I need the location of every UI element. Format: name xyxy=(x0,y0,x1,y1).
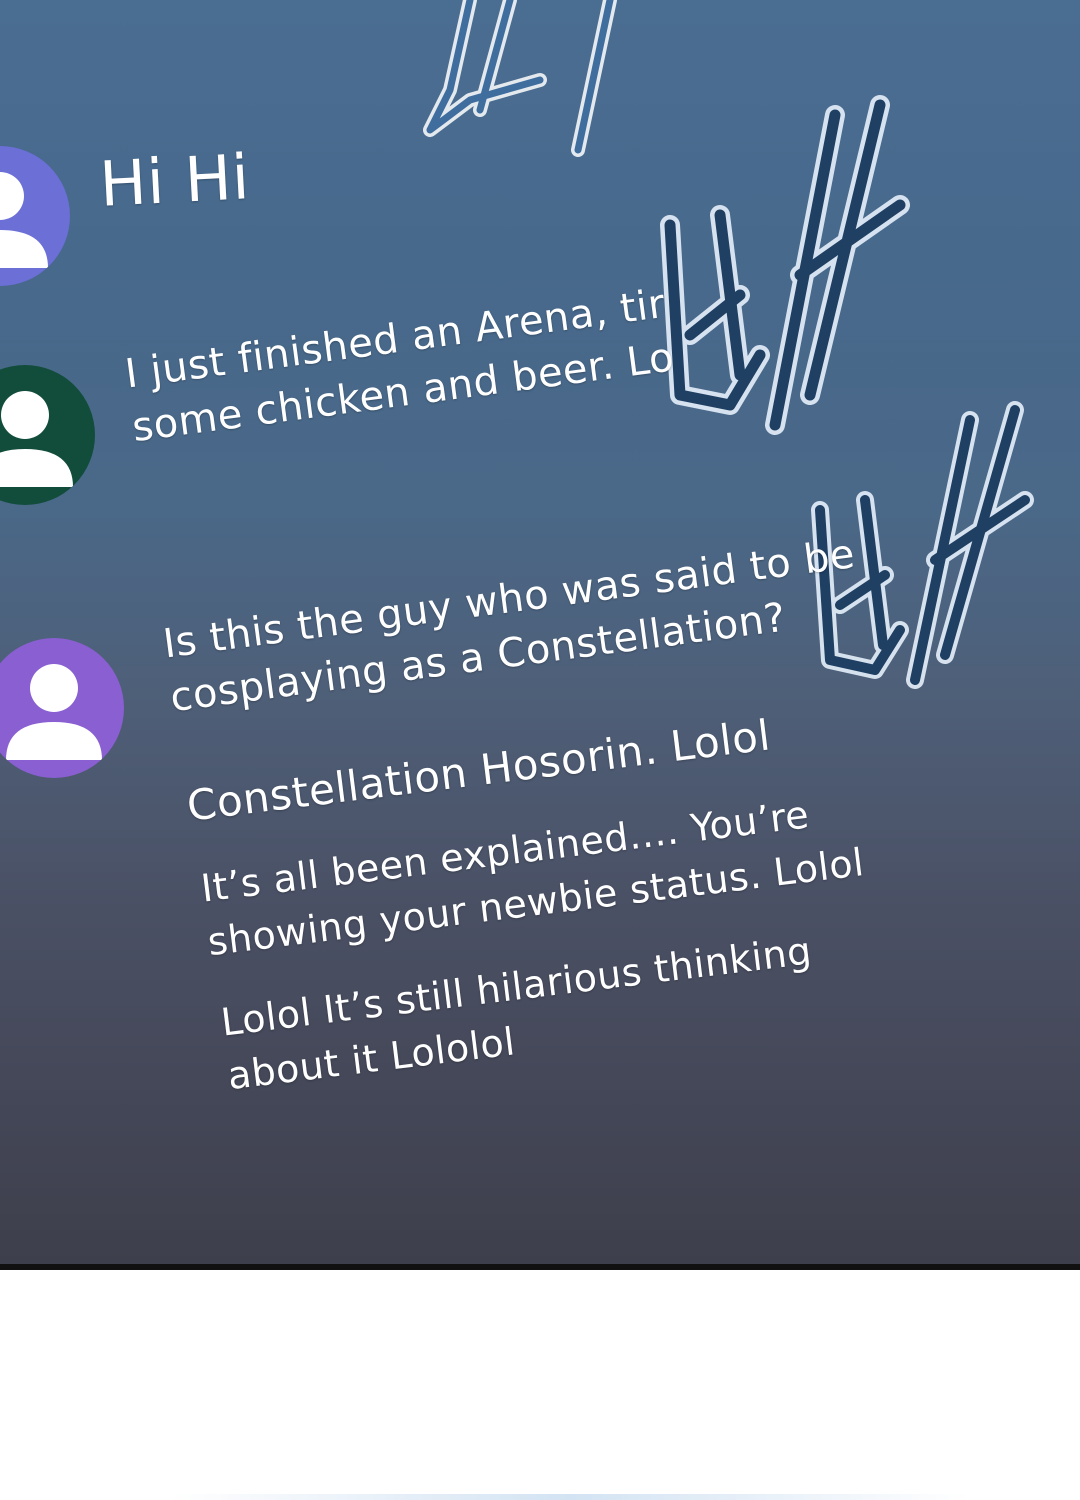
chat-panel: Hi Hi I just finished an Arena, tir some… xyxy=(0,0,1080,1264)
user-avatar-icon xyxy=(0,146,70,286)
next-panel-edge xyxy=(170,1494,970,1500)
user-avatar-icon xyxy=(0,638,124,778)
chat-message: Hi Hi xyxy=(97,140,252,221)
panel-border xyxy=(0,1264,1080,1270)
message-line: Hi Hi xyxy=(97,140,252,221)
chat-message: I just finished an Arena, tir some chick… xyxy=(122,275,691,455)
sfx-stroke-top xyxy=(410,0,650,170)
chat-message: Is this the guy who was said to be cospl… xyxy=(160,527,865,725)
user-avatar-icon xyxy=(0,365,95,505)
